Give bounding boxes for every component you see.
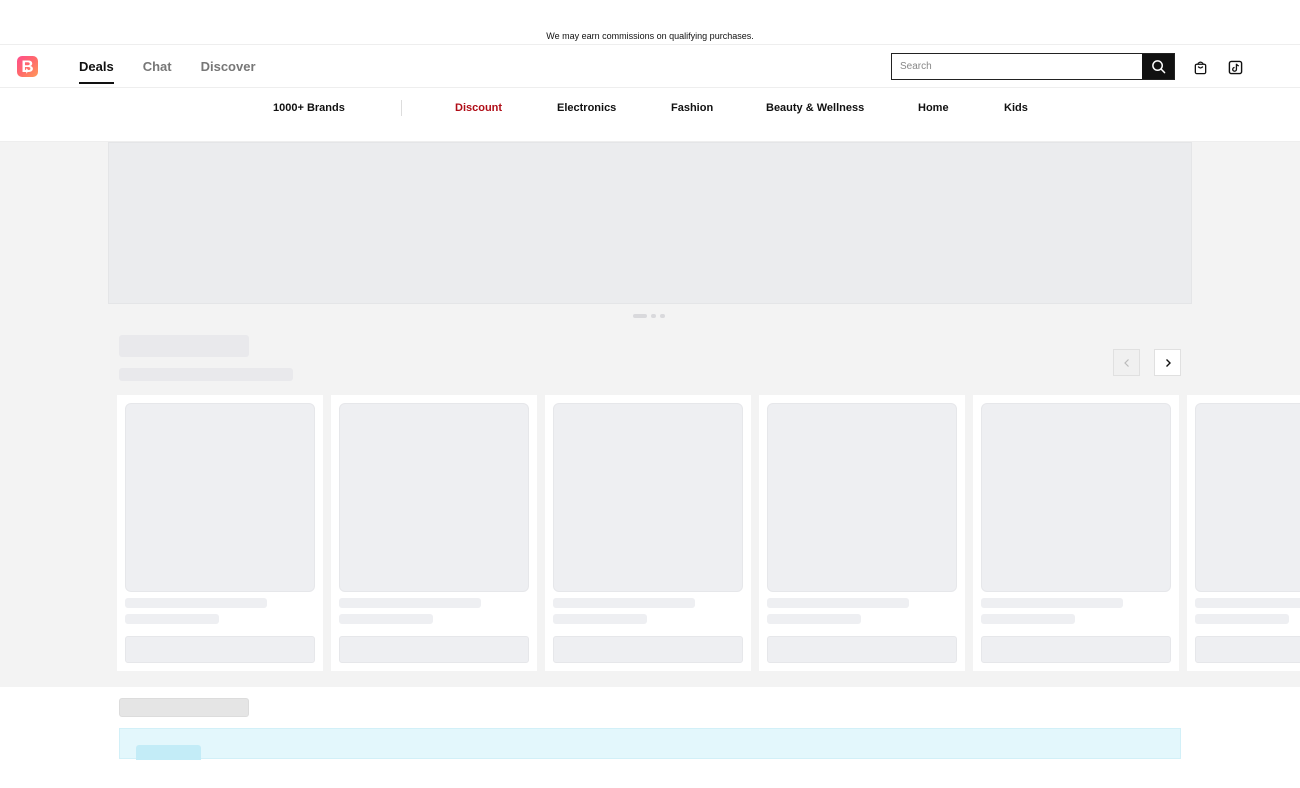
section-subtitle-placeholder bbox=[119, 368, 293, 381]
search-button[interactable] bbox=[1142, 54, 1174, 79]
product-price-placeholder bbox=[339, 614, 433, 624]
search-input[interactable] bbox=[892, 54, 1142, 79]
category-beauty-wellness[interactable]: Beauty & Wellness bbox=[766, 88, 864, 128]
product-image-placeholder bbox=[125, 403, 315, 592]
carousel-indicator bbox=[633, 314, 665, 318]
section-title-placeholder bbox=[119, 335, 249, 357]
product-title-placeholder bbox=[339, 598, 481, 608]
tiktok-icon bbox=[1228, 60, 1242, 74]
carousel-dot[interactable] bbox=[651, 314, 656, 318]
chevron-left-icon bbox=[1123, 358, 1129, 367]
product-title-placeholder bbox=[553, 598, 695, 608]
product-card-placeholder[interactable] bbox=[759, 395, 965, 671]
category-bar: 1000+ Brands Discount Electronics Fashio… bbox=[0, 88, 1300, 142]
sparkle-icon: ✦ bbox=[23, 66, 31, 76]
tab-deals[interactable]: Deals bbox=[79, 45, 114, 89]
product-button-placeholder[interactable] bbox=[339, 636, 529, 663]
shopping-bag-icon bbox=[1194, 61, 1206, 74]
promo-banner-placeholder[interactable] bbox=[119, 728, 1181, 760]
section-title-placeholder bbox=[119, 698, 249, 717]
search-bar bbox=[891, 53, 1175, 80]
cart-button[interactable] bbox=[1192, 59, 1208, 75]
tiktok-button[interactable] bbox=[1227, 59, 1243, 75]
category-electronics[interactable]: Electronics bbox=[557, 88, 616, 128]
product-card-placeholder[interactable] bbox=[1187, 395, 1300, 671]
category-home[interactable]: Home bbox=[918, 88, 949, 128]
product-title-placeholder bbox=[981, 598, 1123, 608]
commission-disclaimer: We may earn commissions on qualifying pu… bbox=[546, 31, 754, 41]
product-price-placeholder bbox=[981, 614, 1075, 624]
product-image-placeholder bbox=[1195, 403, 1300, 592]
chevron-right-icon bbox=[1165, 358, 1171, 367]
product-card-placeholder[interactable] bbox=[973, 395, 1179, 671]
carousel-dot-active[interactable] bbox=[633, 314, 647, 318]
product-button-placeholder[interactable] bbox=[1195, 636, 1300, 663]
category-divider bbox=[401, 100, 402, 116]
product-image-placeholder bbox=[339, 403, 529, 592]
category-brands[interactable]: 1000+ Brands bbox=[273, 88, 345, 128]
category-discount[interactable]: Discount bbox=[455, 88, 502, 128]
brand-logo[interactable]: B ✦ bbox=[17, 56, 38, 77]
product-card-placeholder[interactable] bbox=[545, 395, 751, 671]
product-image-placeholder bbox=[767, 403, 957, 592]
product-button-placeholder[interactable] bbox=[767, 636, 957, 663]
main-tabs: Deals Chat Discover bbox=[79, 45, 256, 89]
product-title-placeholder bbox=[767, 598, 909, 608]
hero-banner-placeholder[interactable] bbox=[108, 142, 1192, 304]
top-navigation-bar: B ✦ Deals Chat Discover bbox=[0, 44, 1300, 88]
product-price-placeholder bbox=[1195, 614, 1289, 624]
product-image-placeholder bbox=[553, 403, 743, 592]
product-card-placeholder[interactable] bbox=[331, 395, 537, 671]
product-title-placeholder bbox=[1195, 598, 1300, 608]
category-kids[interactable]: Kids bbox=[1004, 88, 1028, 128]
product-button-placeholder[interactable] bbox=[981, 636, 1171, 663]
product-title-placeholder bbox=[125, 598, 267, 608]
product-card-placeholder[interactable] bbox=[117, 395, 323, 671]
category-fashion[interactable]: Fashion bbox=[671, 88, 713, 128]
carousel-next-button[interactable] bbox=[1154, 349, 1181, 376]
carousel-dot[interactable] bbox=[660, 314, 665, 318]
product-price-placeholder bbox=[767, 614, 861, 624]
tab-discover[interactable]: Discover bbox=[201, 45, 256, 89]
product-price-placeholder bbox=[125, 614, 219, 624]
tab-chat[interactable]: Chat bbox=[143, 45, 172, 89]
product-price-placeholder bbox=[553, 614, 647, 624]
promo-chip-placeholder bbox=[136, 745, 201, 760]
product-image-placeholder bbox=[981, 403, 1171, 592]
carousel-prev-button[interactable] bbox=[1113, 349, 1140, 376]
product-button-placeholder[interactable] bbox=[553, 636, 743, 663]
product-button-placeholder[interactable] bbox=[125, 636, 315, 663]
search-icon bbox=[1151, 60, 1165, 74]
